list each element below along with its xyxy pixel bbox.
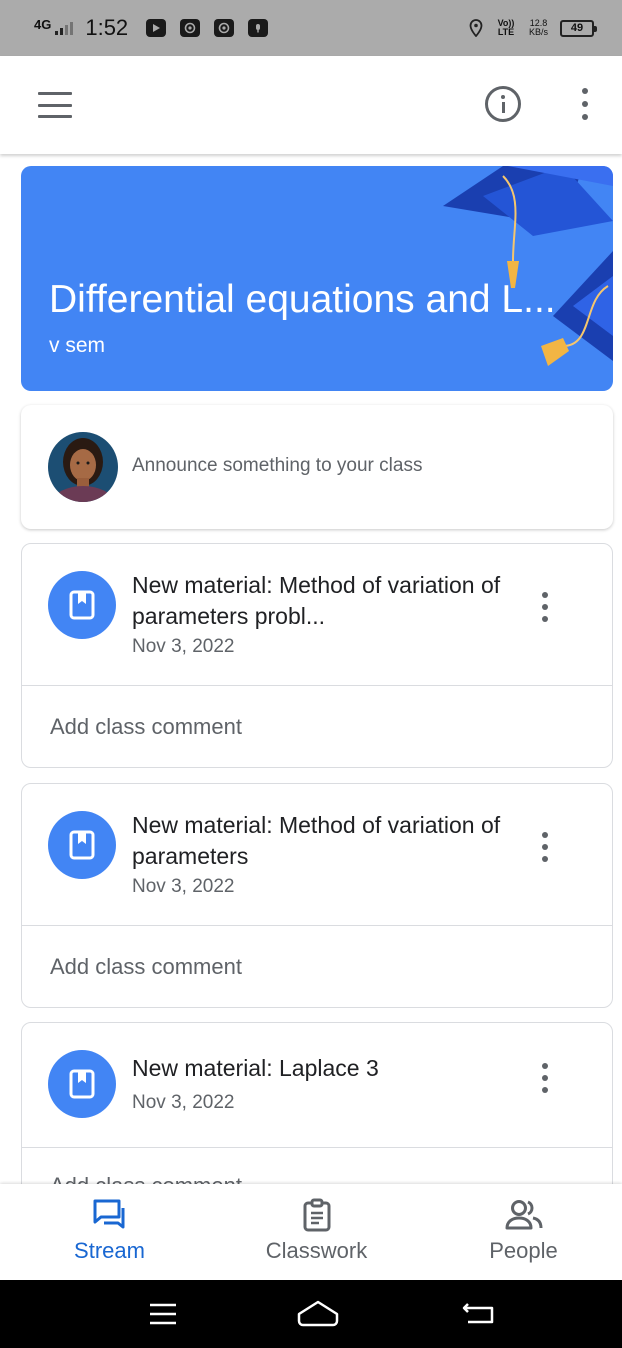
volte-indicator: Vo)) LTE	[495, 19, 517, 37]
more-vert-icon[interactable]	[540, 592, 550, 622]
speed-unit: KB/s	[528, 27, 548, 37]
post-date: Nov 3, 2022	[132, 876, 235, 897]
material-icon	[48, 571, 116, 639]
classwork-icon	[303, 1198, 330, 1232]
tab-stream-label: Stream	[74, 1238, 145, 1263]
post-content: New material: Method of variation of par…	[132, 810, 512, 900]
network-type: 4G	[34, 16, 52, 32]
chrome-notification-icon	[180, 19, 201, 37]
add-class-comment[interactable]: Add class comment	[50, 714, 242, 740]
class-section: v sem	[49, 334, 106, 357]
class-title: Differential equations and L...	[49, 278, 556, 321]
signal-icon	[55, 21, 74, 35]
more-vert-icon[interactable]	[540, 1063, 550, 1093]
tab-classwork-label: Classwork	[265, 1238, 368, 1263]
status-right: Vo)) LTE 12.8 KB/s 49	[469, 19, 597, 37]
volte-text: Vo)) LTE	[497, 18, 515, 37]
class-banner[interactable]: Differential equations and L... v sem	[21, 166, 613, 391]
home-icon[interactable]	[296, 1294, 340, 1334]
post-card[interactable]: New material: Method of variation of par…	[21, 543, 613, 768]
location-icon	[469, 19, 483, 37]
tab-people[interactable]: People	[420, 1184, 622, 1280]
material-icon	[48, 811, 116, 879]
app-bar	[0, 56, 622, 154]
app-notification-icon	[248, 19, 269, 37]
youtube-notification-icon	[146, 19, 167, 37]
stream-icon	[93, 1199, 124, 1229]
clock: 1:52	[85, 15, 129, 40]
post-title: New material: Laplace 3	[132, 1055, 379, 1081]
people-icon	[505, 1200, 542, 1230]
post-title: New material: Method of variation of par…	[132, 812, 501, 869]
network-speed: 12.8 KB/s	[529, 19, 548, 37]
add-class-comment[interactable]: Add class comment	[50, 954, 242, 980]
avatar	[48, 432, 118, 502]
post-card[interactable]: New material: Method of variation of par…	[21, 783, 613, 1008]
divider	[22, 925, 612, 926]
battery-icon: 49	[560, 19, 597, 37]
material-icon	[48, 1050, 116, 1118]
more-vert-icon[interactable]	[540, 832, 550, 862]
post-title: New material: Method of variation of par…	[132, 572, 501, 629]
system-navigation-bar	[0, 1280, 622, 1348]
announce-card[interactable]: Announce something to your class	[21, 405, 613, 529]
info-icon[interactable]	[485, 86, 521, 122]
post-content: New material: Laplace 3 Nov 3, 2022	[132, 1053, 512, 1116]
status-bar: 4G 1:52 Vo)) LTE 12.8 KB/s 49	[0, 0, 622, 56]
more-vert-icon[interactable]	[580, 88, 590, 120]
hamburger-menu-icon[interactable]	[38, 92, 72, 118]
post-content: New material: Method of variation of par…	[132, 570, 512, 660]
tab-people-label: People	[489, 1238, 558, 1263]
tab-stream[interactable]: Stream	[6, 1184, 213, 1280]
divider	[22, 1147, 612, 1148]
post-date: Nov 3, 2022	[132, 1092, 235, 1113]
bottom-navigation: Stream Classwork People	[0, 1184, 622, 1280]
status-left: 4G 1:52	[34, 15, 272, 41]
tab-classwork[interactable]: Classwork	[213, 1184, 420, 1280]
chrome-notification-icon	[214, 19, 235, 37]
recents-menu-icon[interactable]	[143, 1294, 183, 1334]
back-icon[interactable]	[460, 1294, 500, 1334]
post-date: Nov 3, 2022	[132, 636, 235, 657]
divider	[22, 685, 612, 686]
announce-input[interactable]: Announce something to your class	[132, 455, 422, 477]
